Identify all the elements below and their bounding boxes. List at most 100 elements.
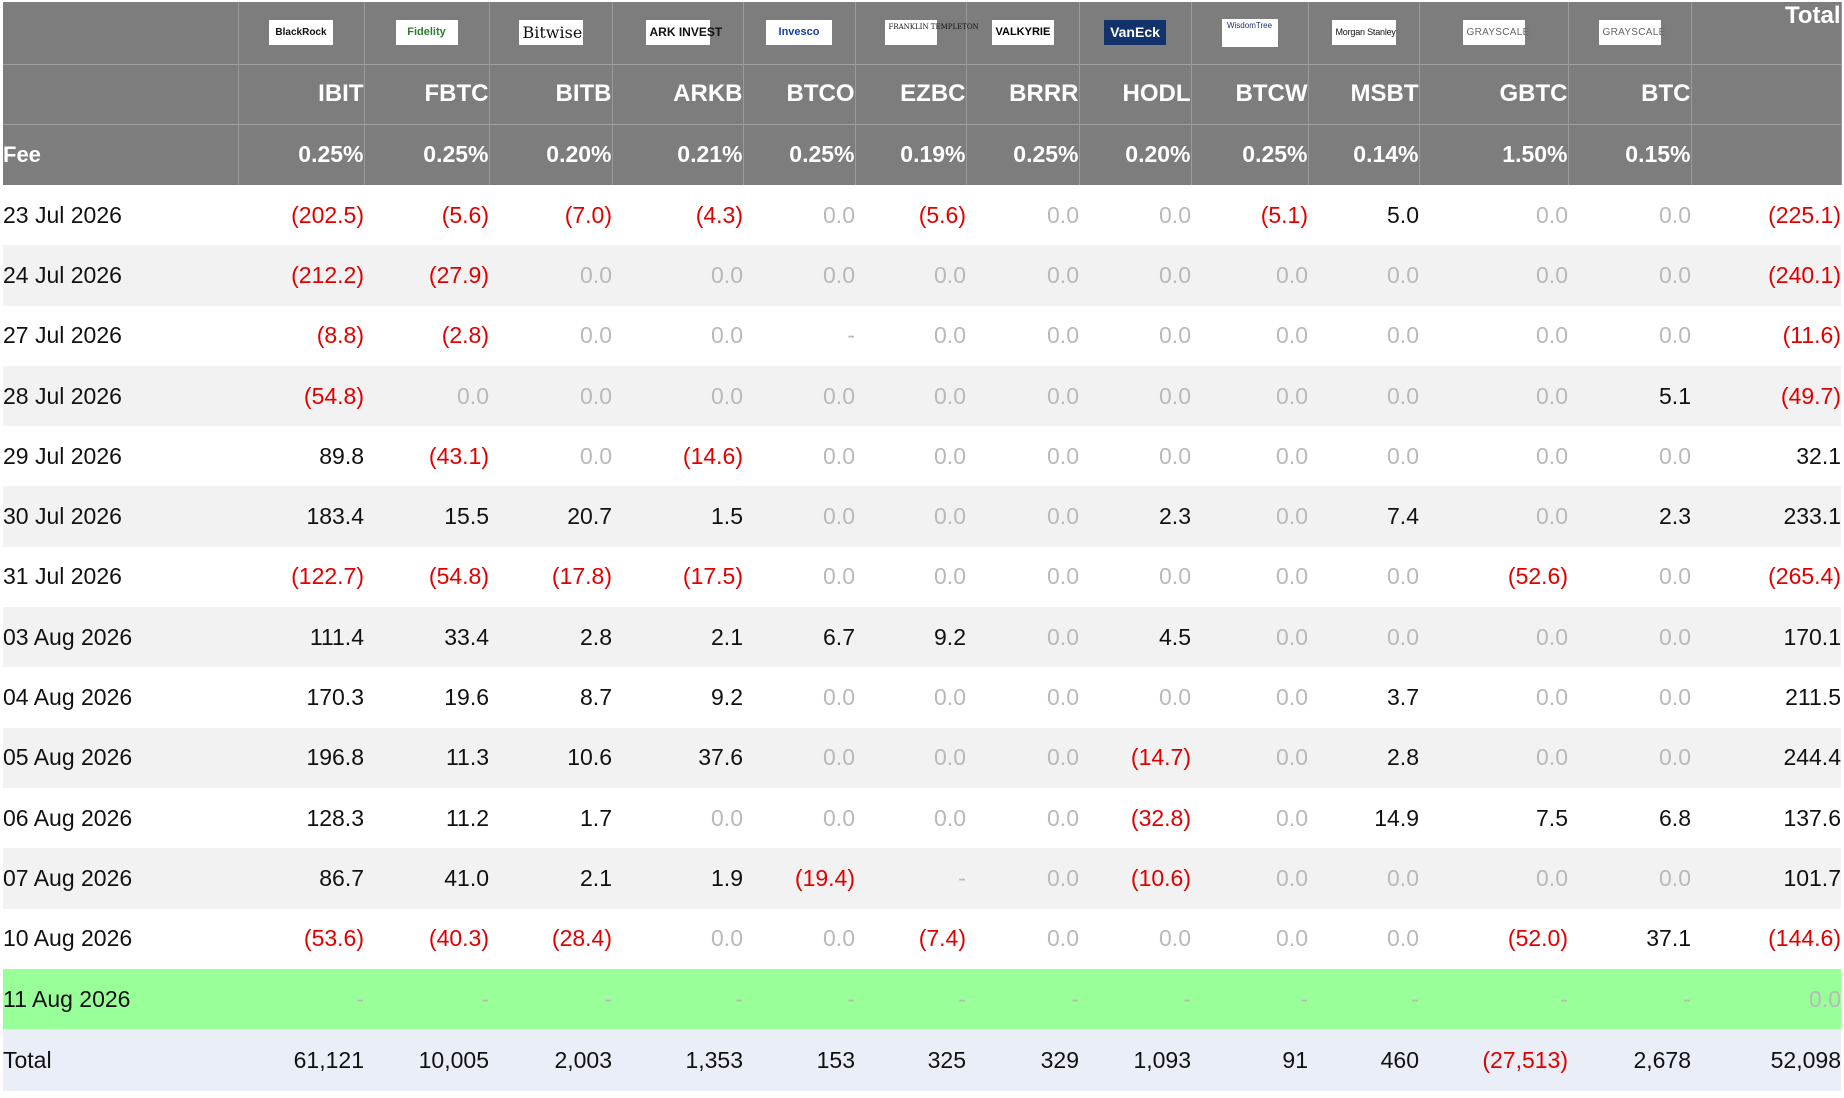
ticker-btcw[interactable]: BTCW [1191, 63, 1309, 124]
etf-flows-table: BlackRock Fidelity Bitwise ARK INVEST Invesc… [3, 2, 1842, 1092]
flow-cell-hodl: 4.5 [1079, 607, 1191, 668]
total-column-header: Total [1691, 2, 1842, 64]
flow-cell-fbtc: - [364, 968, 489, 1030]
flow-cell-arkb: 1.9 [612, 848, 743, 909]
flow-cell-msbt: 7.4 [1308, 486, 1419, 547]
fund-logo-cell: WisdomTree [1191, 2, 1309, 64]
flow-cell-arkb: (14.6) [612, 426, 743, 487]
grand-total: 52,098 [1691, 1029, 1841, 1092]
flow-cell-brrr: 0.0 [966, 426, 1079, 487]
ticker-gbtc[interactable]: GBTC [1419, 63, 1569, 124]
flow-cell-btcw: 0.0 [1191, 607, 1308, 668]
flow-cell-fbtc: 19.6 [364, 667, 489, 728]
flow-cell-ibit: 170.3 [238, 667, 364, 728]
flow-cell-btco: 0.0 [743, 727, 855, 788]
flow-cell-bitb: 0.0 [489, 365, 612, 427]
ticker-fbtc[interactable]: FBTC [364, 63, 490, 124]
flow-cell-btc: 0.0 [1568, 667, 1691, 728]
logo-header-row: BlackRock Fidelity Bitwise ARK INVEST Invesc… [3, 2, 1842, 64]
flow-cell-btc: 0.0 [1568, 607, 1691, 668]
flow-cell-gbtc: 0.0 [1419, 607, 1568, 668]
row-total: 233.1 [1691, 486, 1841, 547]
flow-cell-arkb: 0.0 [612, 365, 743, 427]
flow-cell-msbt: 5.0 [1308, 185, 1419, 246]
franklin-templeton-logo: FRANKLIN TEMPLETON [884, 20, 979, 46]
flow-cell-ibit: (212.2) [238, 245, 364, 306]
row-date: 30 Jul 2026 [3, 486, 238, 547]
fidelity-logo: Fidelity [395, 20, 458, 46]
flow-cell-hodl: 0.0 [1079, 426, 1191, 487]
row-total: (49.7) [1691, 365, 1841, 427]
ticker-ibit[interactable]: IBIT [238, 63, 365, 124]
flow-cell-bitb: 10.6 [489, 727, 612, 788]
row-total: 170.1 [1691, 607, 1841, 668]
row-date: 29 Jul 2026 [3, 426, 238, 487]
ticker-ezbc[interactable]: EZBC [855, 63, 967, 124]
flow-cell-fbtc: (5.6) [364, 185, 489, 246]
ticker-btco[interactable]: BTCO [743, 63, 856, 124]
flow-cell-msbt: 0.0 [1308, 607, 1419, 668]
row-date: 04 Aug 2026 [3, 667, 238, 728]
fund-logo-cell: FRANKLIN TEMPLETON [855, 2, 979, 64]
grayscale-logo: GRAYSCALE [1598, 20, 1665, 46]
ticker-hodl[interactable]: HODL [1079, 63, 1192, 124]
row-total: 101.7 [1691, 848, 1841, 909]
flow-cell-ibit: (122.7) [238, 546, 364, 608]
row-date: 23 Jul 2026 [3, 185, 238, 246]
flow-cell-btco: 0.0 [743, 546, 855, 608]
flow-cell-brrr: 0.0 [966, 365, 1079, 427]
flow-cell-arkb: 0.0 [612, 787, 743, 849]
row-total: (265.4) [1691, 546, 1841, 608]
flow-cell-btc: 2.3 [1568, 486, 1691, 547]
flow-cell-ezbc: 0.0 [855, 365, 966, 427]
flow-cell-hodl: 0.0 [1079, 908, 1191, 969]
flow-cell-arkb: (4.3) [612, 185, 743, 246]
ark-invest-logo: ARK INVEST [645, 20, 722, 46]
total-ezbc: 325 [855, 1029, 966, 1092]
flow-cell-bitb: 8.7 [489, 667, 612, 728]
total-btc: 2,678 [1568, 1029, 1691, 1092]
flow-cell-ezbc: 0.0 [855, 486, 966, 547]
flow-cell-brrr: 0.0 [966, 908, 1079, 969]
flow-cell-btcw: 0.0 [1191, 305, 1308, 366]
flow-cell-gbtc: 0.0 [1419, 365, 1568, 427]
ticker-msbt[interactable]: MSBT [1308, 63, 1420, 124]
total-hodl: 1,093 [1079, 1029, 1191, 1092]
flow-cell-btc: 0.0 [1568, 848, 1691, 909]
flow-cell-ezbc: 0.0 [855, 727, 966, 788]
flow-cell-btco: 0.0 [743, 365, 855, 427]
flow-cell-fbtc: 15.5 [364, 486, 489, 547]
flow-cell-hodl: 0.0 [1079, 546, 1191, 608]
flow-cell-ibit: 183.4 [238, 486, 364, 547]
flow-cell-btco: 0.0 [743, 245, 855, 306]
row-date: 27 Jul 2026 [3, 305, 238, 366]
flow-cell-ibit: 128.3 [238, 787, 364, 849]
flow-cell-ezbc: 0.0 [855, 667, 966, 728]
fee-arkb: 0.21% [612, 123, 744, 185]
flow-cell-gbtc: (52.6) [1419, 546, 1568, 608]
flow-cell-ezbc: 0.0 [855, 546, 966, 608]
flow-cell-bitb: - [489, 968, 612, 1030]
flow-cell-bitb: 20.7 [489, 486, 612, 547]
table-row: 11 Aug 2026- - - - - - - - - - - -0.0 [3, 968, 1841, 1030]
flow-cell-btc: 0.0 [1568, 426, 1691, 487]
flow-cell-fbtc: (43.1) [364, 426, 489, 487]
flow-cell-fbtc: 11.2 [364, 787, 489, 849]
flow-cell-btc: 5.1 [1568, 365, 1691, 427]
flow-cell-btc: 6.8 [1568, 787, 1691, 849]
flow-cell-fbtc: (54.8) [364, 546, 489, 608]
fund-logo-cell: Fidelity [364, 2, 490, 64]
ticker-btc[interactable]: BTC [1568, 63, 1692, 124]
flow-cell-arkb: (17.5) [612, 546, 743, 608]
valkyrie-logo: VALKYRIE [991, 20, 1054, 46]
flow-cell-btco: (19.4) [743, 848, 855, 909]
total-bitb: 2,003 [489, 1029, 612, 1092]
flow-cell-bitb: (28.4) [489, 908, 612, 969]
ticker-brrr[interactable]: BRRR [966, 63, 1080, 124]
fund-logo-cell: VanEck [1079, 2, 1192, 64]
flow-cell-arkb: 37.6 [612, 727, 743, 788]
ticker-arkb[interactable]: ARKB [612, 63, 744, 124]
table-row: 03 Aug 2026 111.4 33.4 2.8 2.1 6.7 9.2 0.0 4.5 0.… [3, 607, 1841, 668]
flow-cell-btc: - [1568, 968, 1691, 1030]
ticker-bitb[interactable]: BITB [489, 63, 613, 124]
